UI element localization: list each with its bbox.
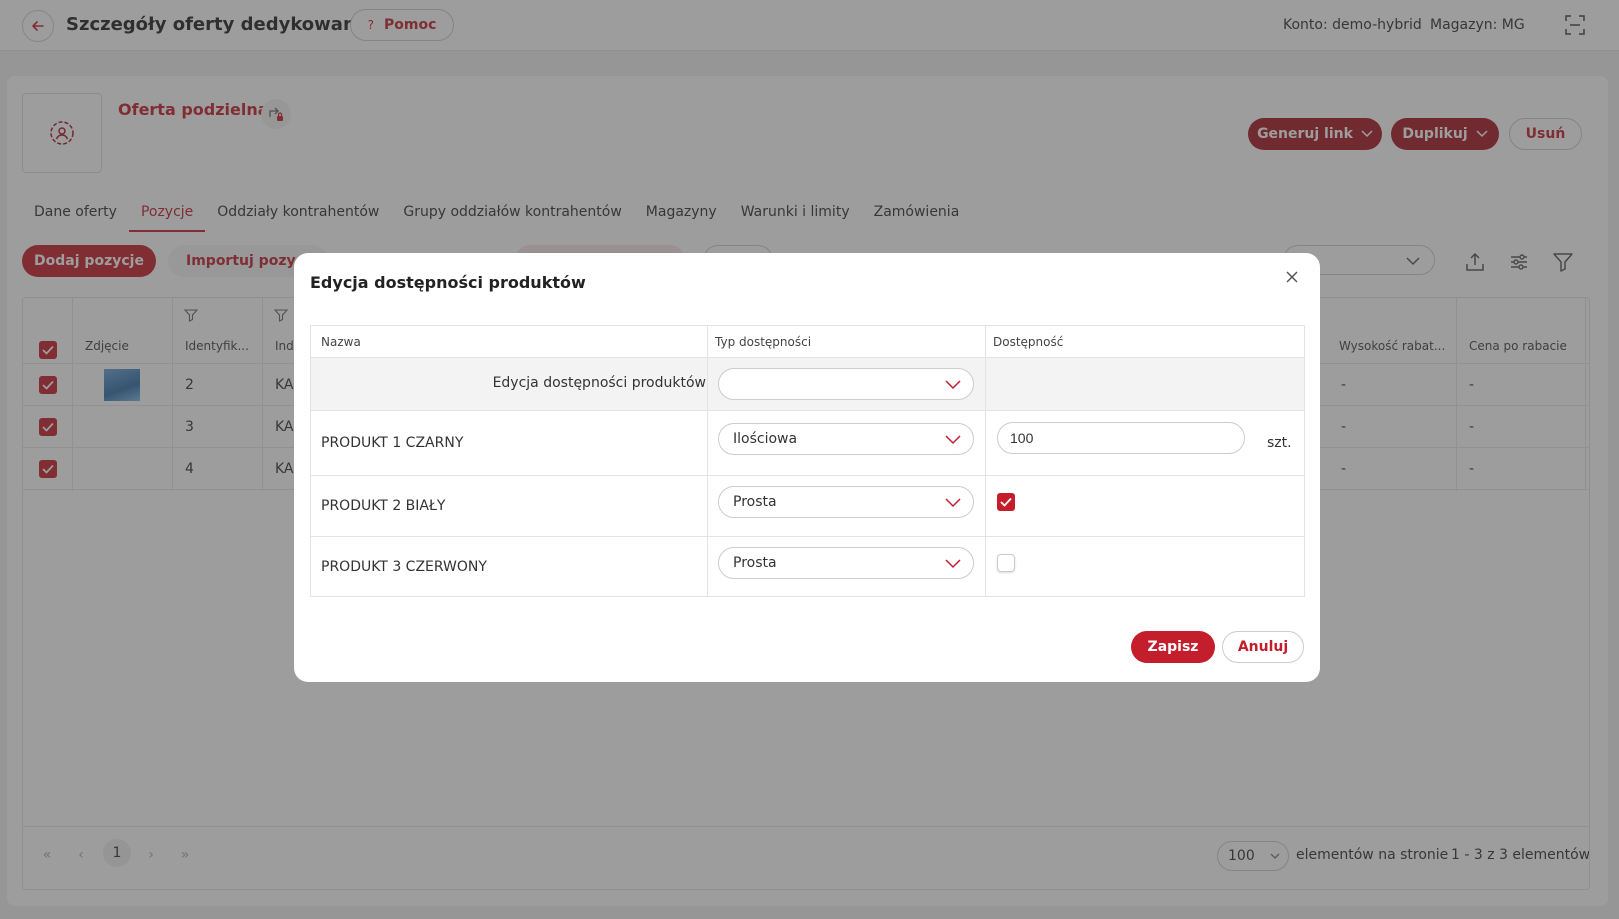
availability-checkbox[interactable] bbox=[997, 493, 1015, 511]
availability-type-value: Ilościowa bbox=[733, 431, 798, 447]
availability-type-value: Prosta bbox=[733, 494, 777, 510]
availability-type-select[interactable]: Prosta bbox=[718, 486, 974, 518]
bulk-type-select[interactable] bbox=[718, 368, 974, 400]
save-button[interactable]: Zapisz bbox=[1131, 631, 1215, 663]
bulk-edit-label: Edycja dostępności produktów bbox=[492, 375, 706, 391]
product-name: PRODUKT 1 CZARNY bbox=[321, 435, 464, 451]
quantity-input[interactable] bbox=[997, 422, 1245, 454]
product-row: PRODUKT 2 BIAŁY Prosta bbox=[311, 475, 1304, 536]
product-row: PRODUKT 1 CZARNY Ilościowa szt. bbox=[311, 410, 1304, 475]
column-divider bbox=[985, 326, 986, 596]
availability-table: Nazwa Typ dostępności Dostępność Edycja … bbox=[310, 325, 1305, 597]
availability-edit-modal: Edycja dostępności produktów Nazwa Typ d… bbox=[294, 253, 1320, 682]
product-row: PRODUKT 3 CZERWONY Prosta bbox=[311, 536, 1304, 597]
column-header-name: Nazwa bbox=[321, 335, 361, 349]
availability-checkbox[interactable] bbox=[997, 554, 1015, 572]
column-header-type: Typ dostępności bbox=[715, 335, 812, 349]
modal-title: Edycja dostępności produktów bbox=[310, 273, 586, 292]
availability-table-header: Nazwa Typ dostępności Dostępność bbox=[311, 326, 1304, 358]
availability-type-select[interactable]: Prosta bbox=[718, 547, 974, 579]
chevron-down-icon bbox=[945, 498, 961, 508]
check-icon bbox=[1000, 497, 1012, 507]
chevron-down-icon bbox=[945, 435, 961, 445]
product-name: PRODUKT 2 BIAŁY bbox=[321, 498, 446, 514]
bulk-edit-row: Edycja dostępności produktów bbox=[311, 358, 1304, 410]
chevron-down-icon bbox=[945, 559, 961, 569]
availability-type-select[interactable]: Ilościowa bbox=[718, 423, 974, 455]
column-divider bbox=[707, 326, 708, 596]
chevron-down-icon bbox=[945, 380, 961, 390]
cancel-button[interactable]: Anuluj bbox=[1222, 631, 1304, 663]
availability-type-value: Prosta bbox=[733, 555, 777, 571]
column-header-availability: Dostępność bbox=[993, 335, 1064, 349]
unit-label: szt. bbox=[1267, 435, 1292, 451]
close-icon[interactable] bbox=[1284, 269, 1300, 285]
product-name: PRODUKT 3 CZERWONY bbox=[321, 559, 487, 575]
